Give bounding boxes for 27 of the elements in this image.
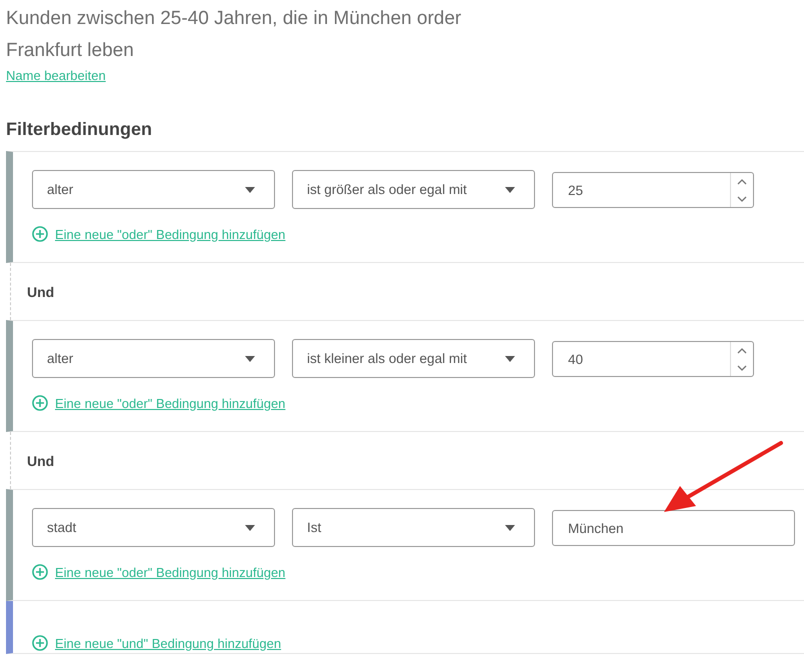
field-dropdown[interactable]: alter xyxy=(32,339,275,378)
section-heading: Filterbedinungen xyxy=(6,118,153,140)
operator-dropdown[interactable]: Ist xyxy=(292,508,535,547)
add-icon[interactable] xyxy=(32,564,48,580)
caret-icon xyxy=(245,524,255,530)
field-dropdown[interactable]: stadt xyxy=(32,508,275,547)
add-icon[interactable] xyxy=(32,635,48,651)
operator-dropdown[interactable]: ist größer als oder egal mit xyxy=(292,170,535,209)
caret-icon xyxy=(245,356,255,362)
caret-icon xyxy=(245,186,255,192)
value-field[interactable]: München xyxy=(552,510,795,546)
connector-label: Und xyxy=(27,284,54,300)
add-icon[interactable] xyxy=(32,395,48,411)
connector-label: Und xyxy=(27,452,54,468)
caret-icon xyxy=(505,186,515,192)
field-dropdown[interactable]: alter xyxy=(32,170,275,209)
operator-dropdown[interactable]: ist kleiner als oder egal mit xyxy=(292,339,535,378)
spin-down-icon[interactable] xyxy=(737,196,747,202)
add-icon[interactable] xyxy=(32,226,48,242)
segment-title: Kunden zwischen 25-40 Jahren, die in München order Frankfurt leben xyxy=(5,7,462,63)
caret-icon xyxy=(505,524,515,530)
spin-up-icon[interactable] xyxy=(737,178,747,184)
number-field[interactable]: 40 xyxy=(552,341,754,377)
caret-icon xyxy=(505,356,515,362)
spin-up-icon[interactable] xyxy=(737,348,747,354)
number-field[interactable]: 25 xyxy=(552,172,754,208)
spin-down-icon[interactable] xyxy=(737,364,747,370)
